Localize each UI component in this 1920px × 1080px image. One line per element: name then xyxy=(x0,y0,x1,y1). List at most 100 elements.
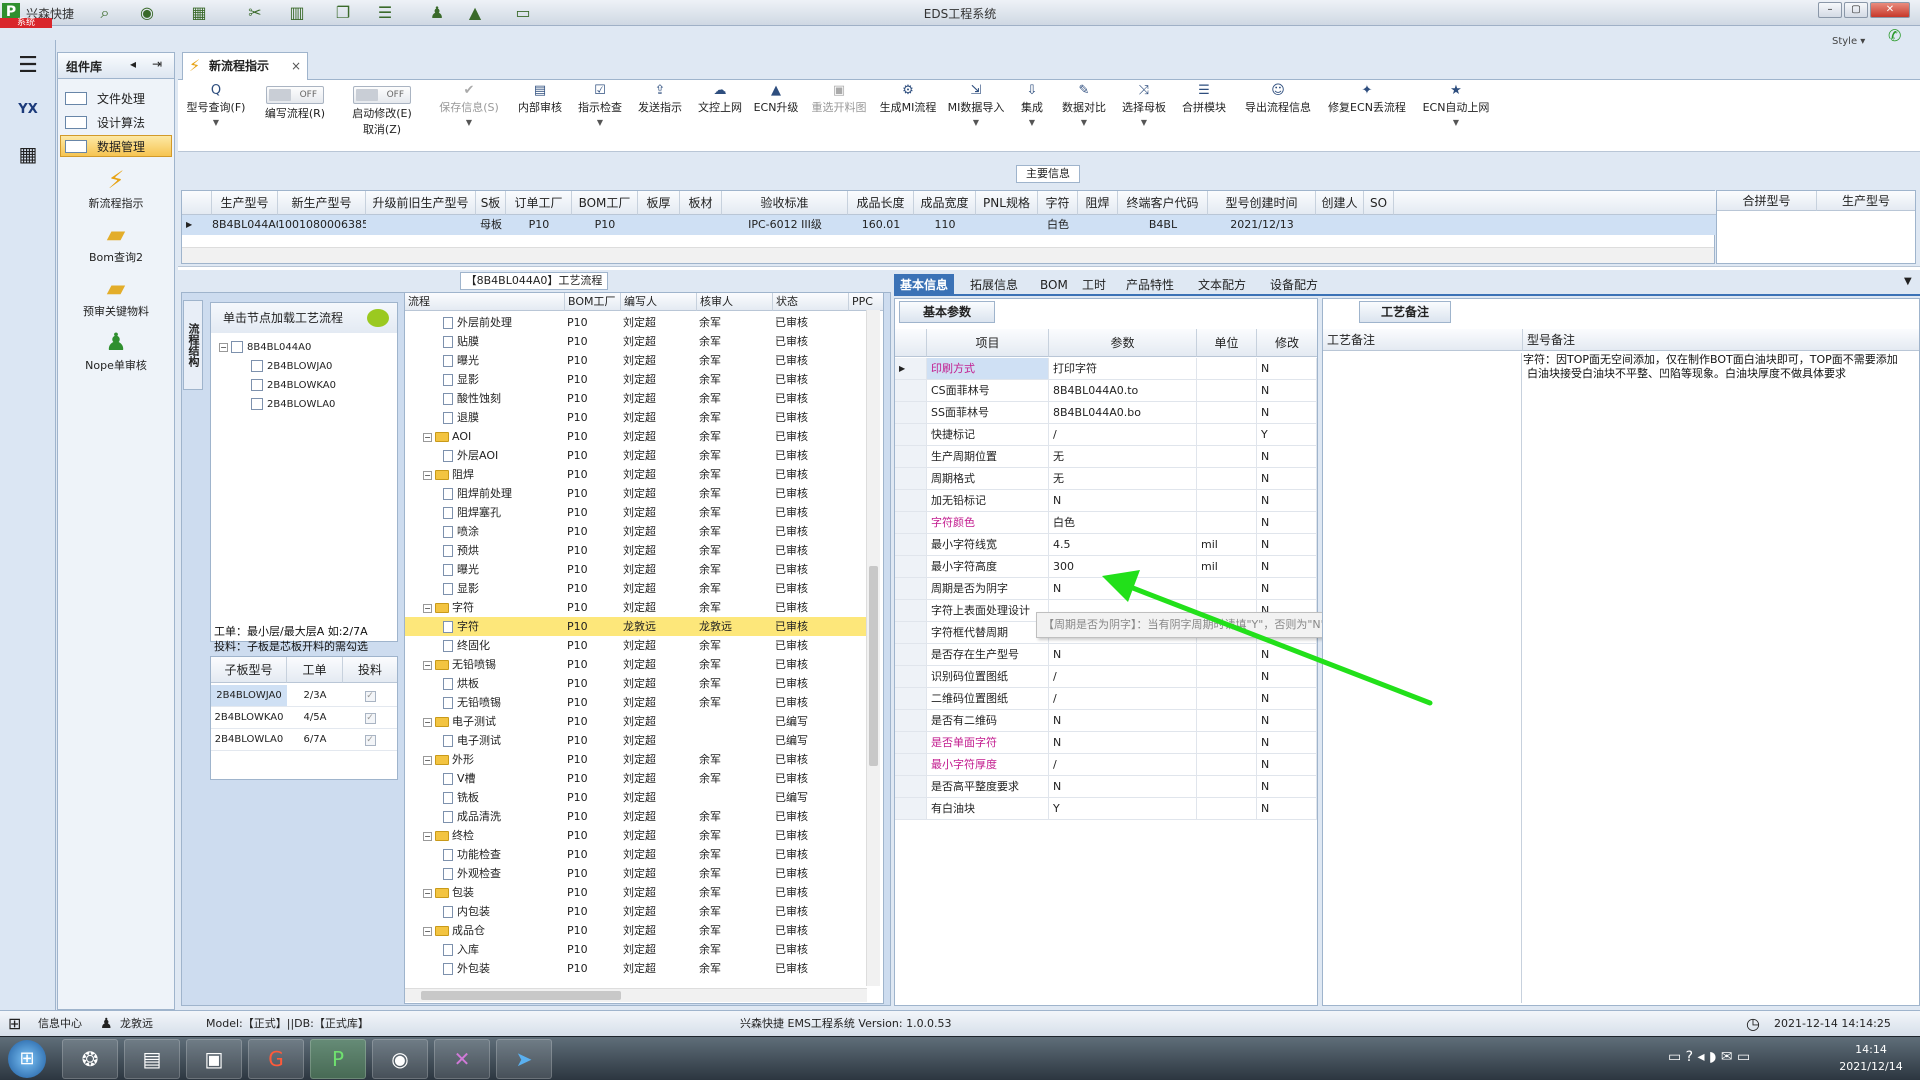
process-row[interactable]: V槽 P10 刘定超 余军 已审核 xyxy=(405,769,869,788)
process-row[interactable]: 外层AOI P10 刘定超 余军 已审核 xyxy=(405,446,869,465)
param-row[interactable]: 是否有二维码 N N xyxy=(895,710,1319,732)
process-row[interactable]: 曝光 P10 刘定超 余军 已审核 xyxy=(405,560,869,579)
param-value-cell[interactable]: N xyxy=(1049,776,1197,798)
process-row[interactable]: − AOI P10 刘定超 余军 已审核 xyxy=(405,427,869,446)
process-row[interactable]: 无铅喷锡 P10 刘定超 余军 已审核 xyxy=(405,693,869,712)
process-row[interactable]: − 包装 P10 刘定超 余军 已审核 xyxy=(405,883,869,902)
column-header[interactable]: 型号创建时间 xyxy=(1208,191,1316,215)
send-instruction-button[interactable]: ⇪ 发送指示 xyxy=(632,82,688,150)
process-row[interactable]: 烘板 P10 刘定超 余军 已审核 xyxy=(405,674,869,693)
horizontal-scrollbar[interactable] xyxy=(405,988,867,1002)
param-row[interactable]: 是否单面字符 N N xyxy=(895,732,1319,754)
pin-icon[interactable]: ⇥ xyxy=(152,57,162,71)
tab-product-features[interactable]: 产品特性 xyxy=(1120,274,1180,296)
param-value-cell[interactable]: 8B4BL044A0.to xyxy=(1049,380,1197,402)
process-row[interactable]: 阻焊前处理 P10 刘定超 余军 已审核 xyxy=(405,484,869,503)
vertical-scrollbar[interactable] xyxy=(866,310,880,986)
windows-grid-icon[interactable]: ⊞ xyxy=(8,1011,21,1037)
process-row[interactable]: 阻焊塞孔 P10 刘定超 余军 已审核 xyxy=(405,503,869,522)
param-value-cell[interactable]: N xyxy=(1049,490,1197,512)
process-row[interactable]: 终固化 P10 刘定超 余军 已审核 xyxy=(405,636,869,655)
tab-work-hours[interactable]: 工时 xyxy=(1076,274,1112,296)
toggle-switch[interactable]: OFF xyxy=(266,86,324,104)
doc-online-button[interactable]: ☁ 文控上网 xyxy=(692,82,748,150)
param-value-cell[interactable]: 4.5 xyxy=(1049,534,1197,556)
column-header[interactable]: 单位 xyxy=(1197,329,1257,357)
param-value-cell[interactable]: N xyxy=(1049,644,1197,666)
write-process-toggle[interactable]: OFF 编写流程(R) xyxy=(258,82,332,150)
column-header[interactable]: 投料 xyxy=(343,657,397,683)
feed-checkbox[interactable]: ✓ xyxy=(364,735,376,746)
param-row[interactable]: 周期格式无 N xyxy=(895,468,1319,490)
info-center-label[interactable]: 信息中心 xyxy=(38,1011,82,1037)
horizontal-scrollbar[interactable] xyxy=(182,247,1714,263)
column-header[interactable]: 修改 xyxy=(1257,329,1317,357)
taskbar-x-icon[interactable]: ✕ xyxy=(434,1039,490,1079)
yx-icon[interactable]: YX xyxy=(8,92,48,128)
start-modify-toggle[interactable]: OFF 启动修改(E) 取消(Z) xyxy=(344,82,420,150)
param-value-cell[interactable]: 打印字符 xyxy=(1049,358,1197,380)
process-row[interactable]: 外包装 P10 刘定超 余军 已审核 xyxy=(405,959,869,978)
process-row[interactable]: 外层前处理 P10 刘定超 余军 已审核 xyxy=(405,313,869,332)
process-row[interactable]: 酸性蚀刻 P10 刘定超 余军 已审核 xyxy=(405,389,869,408)
param-row[interactable]: 识别码位置图纸 / N xyxy=(895,666,1319,688)
column-header[interactable]: 终端客户代码 xyxy=(1118,191,1208,215)
tree-node[interactable]: 2B4BLOWKA0 xyxy=(251,377,336,395)
param-value-cell[interactable]: / xyxy=(1049,754,1197,776)
process-row[interactable]: 外观检查 P10 刘定超 余军 已审核 xyxy=(405,864,869,883)
flow-structure-tab[interactable]: 流程结构 xyxy=(183,300,203,390)
tab-equipment-recipe[interactable]: 设备配方 xyxy=(1264,274,1324,296)
column-header[interactable]: 板厚 xyxy=(638,191,680,215)
column-header[interactable]: 成品长度 xyxy=(848,191,914,215)
checkbox[interactable] xyxy=(251,398,263,410)
model-query-button[interactable]: Q 型号查询(F) ▼ xyxy=(182,82,250,150)
tab-extended-info[interactable]: 拓展信息 xyxy=(964,274,1024,296)
tool-new-process[interactable]: ⚡ 新流程指示 xyxy=(58,165,174,215)
menu-item-file[interactable]: 文件处理 xyxy=(60,87,172,109)
taskbar-shell-icon[interactable]: ❂ xyxy=(62,1039,118,1079)
collapse-icon[interactable]: − xyxy=(423,432,432,442)
calendar-icon[interactable]: ▦ xyxy=(8,136,48,172)
column-header[interactable]: 流程 xyxy=(405,293,565,311)
column-header[interactable]: 子板型号 xyxy=(211,657,287,683)
tool-prereview[interactable]: ▰ 预审关键物料 xyxy=(58,273,174,323)
process-row[interactable]: − 终检 P10 刘定超 余军 已审核 xyxy=(405,826,869,845)
process-row[interactable]: 入库 P10 刘定超 余军 已审核 xyxy=(405,940,869,959)
column-header[interactable]: 核审人 xyxy=(697,293,773,311)
param-value-cell[interactable]: 无 xyxy=(1049,446,1197,468)
param-row[interactable]: CS面菲林号 8B4BL044A0.to N xyxy=(895,380,1319,402)
close-button[interactable]: ✕ xyxy=(1870,2,1910,18)
param-value-cell[interactable]: / xyxy=(1049,666,1197,688)
integrate-button[interactable]: ⇩ 集成 ▼ xyxy=(1012,82,1052,150)
column-header[interactable]: 项目 xyxy=(927,329,1049,357)
column-header[interactable]: 字符 xyxy=(1038,191,1078,215)
process-row[interactable]: − 无铅喷锡 P10 刘定超 余军 已审核 xyxy=(405,655,869,674)
tree-root[interactable]: − 8B4BL044A0 xyxy=(219,339,311,357)
data-compare-button[interactable]: ✎ 数据对比 ▼ xyxy=(1056,82,1112,150)
reselect-cut-button[interactable]: ▣ 重选开料图 xyxy=(806,82,872,150)
process-row[interactable]: − 电子测试 P10 刘定超 已编写 xyxy=(405,712,869,731)
column-header[interactable]: 订单工厂 xyxy=(506,191,572,215)
tool-nope-review[interactable]: ♟ Nope单审核 xyxy=(58,327,174,377)
process-row[interactable]: 退膜 P10 刘定超 余军 已审核 xyxy=(405,408,869,427)
column-header[interactable]: 参数 xyxy=(1049,329,1197,357)
param-row[interactable]: ▶ 印刷方式 打印字符 N xyxy=(895,358,1319,380)
param-value-cell[interactable]: Y xyxy=(1049,798,1197,820)
collapse-icon[interactable]: − xyxy=(423,831,432,841)
column-header[interactable]: BOM工厂 xyxy=(572,191,638,215)
ecn-auto-online-button[interactable]: ★ ECN自动上网 ▼ xyxy=(1414,82,1498,150)
taskbar-clock[interactable]: 14:14 2021/12/14 xyxy=(1826,1041,1916,1075)
param-value-cell[interactable]: 300 xyxy=(1049,556,1197,578)
model-remark-text[interactable]: 字符：因TOP面无空间添加，仅在制作BOT面白油块即可，TOP面不需要添加 白油… xyxy=(1523,353,1913,413)
start-icon[interactable]: ⊞ xyxy=(8,1040,46,1078)
tabs-dropdown-icon[interactable]: ▼ xyxy=(1904,276,1912,287)
tool-bom-query[interactable]: ▰ Bom查询2 xyxy=(58,219,174,269)
collapse-icon[interactable]: − xyxy=(423,660,432,670)
param-value-cell[interactable]: N xyxy=(1049,710,1197,732)
tab-basic-info[interactable]: 基本信息 xyxy=(894,274,955,296)
process-row[interactable]: − 外形 P10 刘定超 余军 已审核 xyxy=(405,750,869,769)
process-row[interactable]: − 阻焊 P10 刘定超 余军 已审核 xyxy=(405,465,869,484)
taskbar-eye-icon[interactable]: ◉ xyxy=(372,1039,428,1079)
column-header[interactable]: 合拼型号 xyxy=(1717,191,1817,211)
column-header[interactable]: PNL规格 xyxy=(976,191,1038,215)
